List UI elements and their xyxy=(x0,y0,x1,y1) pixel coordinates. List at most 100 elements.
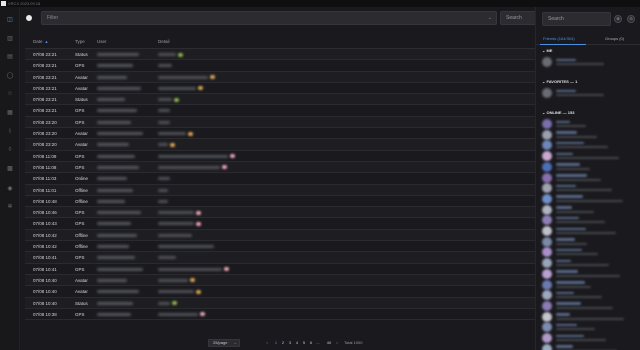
table-row[interactable]: 07/08 10:40 Avatar xyxy=(25,286,535,298)
table-row[interactable]: 07/08 10:43 GPS xyxy=(25,218,535,230)
friend-online[interactable] xyxy=(542,268,637,279)
row-user-redacted[interactable] xyxy=(97,199,125,203)
row-user-redacted[interactable] xyxy=(97,64,133,68)
group-favorites[interactable]: ⌄ FAVORITES — 1 xyxy=(542,79,577,84)
chart-icon[interactable]: ▥ xyxy=(6,34,14,42)
header-date[interactable]: Date ▲ xyxy=(33,34,48,49)
gallery-icon[interactable]: ▩ xyxy=(6,164,14,172)
book-icon[interactable]: ▦ xyxy=(6,108,14,116)
friend-online[interactable] xyxy=(542,161,637,172)
friend-online[interactable] xyxy=(542,258,637,269)
table-row[interactable]: 07/08 10:40 Status xyxy=(25,297,535,309)
table-row[interactable]: 07/08 11:09 GPS xyxy=(25,151,535,162)
friend-online[interactable] xyxy=(542,183,637,194)
header-user[interactable]: User xyxy=(97,34,107,49)
table-row[interactable]: 07/08 10:41 GPS xyxy=(25,264,535,275)
friend-online[interactable] xyxy=(542,311,637,322)
group-online[interactable]: ⌄ ONLINE — 153 xyxy=(542,110,574,115)
table-row[interactable]: 07/08 23:21 Status xyxy=(25,94,535,106)
row-user-redacted[interactable] xyxy=(97,53,139,56)
table-row[interactable]: 07/08 23:21 GPS xyxy=(25,60,535,72)
table-row[interactable]: 07/08 23:20 GPS xyxy=(25,116,535,129)
friend-online[interactable] xyxy=(542,140,637,151)
row-user-redacted[interactable] xyxy=(97,177,127,181)
table-row[interactable]: 07/08 10:42 Offline xyxy=(25,241,535,253)
friend-online[interactable] xyxy=(542,172,637,183)
row-user-redacted[interactable] xyxy=(97,301,133,305)
page-button[interactable]: 3 xyxy=(287,339,293,347)
row-user-redacted[interactable] xyxy=(97,312,131,316)
row-user-redacted[interactable] xyxy=(97,256,135,260)
page-size-select[interactable]: 25/page ⌄ xyxy=(208,339,240,347)
page-button[interactable]: 4 xyxy=(294,339,300,347)
search-icon[interactable]: ◯ xyxy=(6,71,14,79)
row-user-redacted[interactable] xyxy=(97,290,139,294)
row-user-redacted[interactable] xyxy=(97,245,129,249)
row-user-redacted[interactable] xyxy=(97,267,143,271)
table-row[interactable]: 07/08 10:38 GPS xyxy=(25,309,535,321)
tab-friends[interactable]: Friends (164/304) xyxy=(543,33,575,44)
friend-online[interactable] xyxy=(542,333,637,343)
row-user-redacted[interactable] xyxy=(97,98,125,102)
table-row[interactable]: 07/08 23:20 Avatar xyxy=(25,128,535,140)
page-button[interactable]: 5 xyxy=(301,339,307,347)
friends-search-input[interactable]: Search xyxy=(542,12,611,26)
friend-online[interactable] xyxy=(542,322,637,333)
table-row[interactable]: 07/08 10:48 Offline xyxy=(25,196,535,208)
group-me[interactable]: ⌄ ME xyxy=(542,48,552,53)
friend-online[interactable] xyxy=(542,290,637,301)
friend-me[interactable] xyxy=(542,57,637,67)
table-row[interactable]: 07/08 10:40 Avatar xyxy=(25,274,535,287)
row-user-redacted[interactable] xyxy=(97,233,137,237)
bell-icon[interactable]: ◊ xyxy=(6,146,14,154)
toggle-radio[interactable] xyxy=(26,15,32,21)
friend-online[interactable] xyxy=(542,279,637,290)
row-user-redacted[interactable] xyxy=(97,222,131,226)
refresh-icon[interactable]: ⊛ xyxy=(614,15,622,23)
friend-online[interactable] xyxy=(542,129,637,140)
star-icon[interactable]: ☆ xyxy=(6,89,14,97)
friend-online[interactable] xyxy=(542,193,637,204)
row-user-redacted[interactable] xyxy=(97,109,137,113)
table-row[interactable]: 07/08 23:21 Status xyxy=(25,49,535,61)
settings-icon[interactable]: ⊙ xyxy=(627,15,635,23)
table-row[interactable]: 07/08 10:46 GPS xyxy=(25,207,535,219)
row-user-redacted[interactable] xyxy=(97,86,141,90)
friend-online[interactable] xyxy=(542,236,637,247)
table-row[interactable]: 07/08 23:21 GPS xyxy=(25,105,535,117)
notes-icon[interactable]: ▤ xyxy=(6,52,14,60)
tab-groups[interactable]: Groups (0) xyxy=(605,33,624,44)
friend-online[interactable] xyxy=(542,215,637,226)
row-user-redacted[interactable] xyxy=(97,165,139,169)
row-user-redacted[interactable] xyxy=(97,120,131,124)
header-type[interactable]: Type xyxy=(75,34,85,49)
graph-icon[interactable]: ⌇ xyxy=(6,127,14,135)
table-row[interactable]: 07/08 10:42 Offline xyxy=(25,229,535,242)
table-row[interactable]: 07/08 11:01 Offline xyxy=(25,184,535,196)
table-row[interactable]: 07/08 23:20 Avatar xyxy=(25,139,535,151)
friend-online[interactable] xyxy=(542,300,637,311)
row-user-redacted[interactable] xyxy=(97,75,127,79)
page-button[interactable]: 6 xyxy=(308,339,314,347)
table-row[interactable]: 07/08 23:21 Avatar xyxy=(25,71,535,83)
row-user-redacted[interactable] xyxy=(97,132,143,136)
row-user-redacted[interactable] xyxy=(97,211,141,215)
user-icon[interactable]: ◉ xyxy=(6,184,14,192)
friend-online[interactable] xyxy=(542,151,637,162)
table-row[interactable]: 07/08 23:21 Avatar xyxy=(25,83,535,95)
row-user-redacted[interactable] xyxy=(97,188,133,192)
feed-icon[interactable]: ◫ xyxy=(6,15,14,23)
friend-online[interactable] xyxy=(542,204,637,215)
page-button[interactable]: ... xyxy=(315,339,321,347)
friend-online[interactable] xyxy=(542,119,637,129)
header-detail[interactable]: Detail xyxy=(158,34,170,49)
friend-online[interactable] xyxy=(542,343,637,350)
row-user-redacted[interactable] xyxy=(97,154,135,158)
page-button[interactable]: 2 xyxy=(280,339,286,347)
friend-favorite[interactable] xyxy=(542,88,637,98)
table-row[interactable]: 07/08 11:03 Online xyxy=(25,173,535,185)
next-page-button[interactable]: > xyxy=(336,339,338,347)
filter-select[interactable]: Filter ⌄ xyxy=(41,11,497,25)
page-button[interactable]: 1 xyxy=(273,339,279,347)
table-row[interactable]: 07/08 11:08 GPS xyxy=(25,161,535,174)
